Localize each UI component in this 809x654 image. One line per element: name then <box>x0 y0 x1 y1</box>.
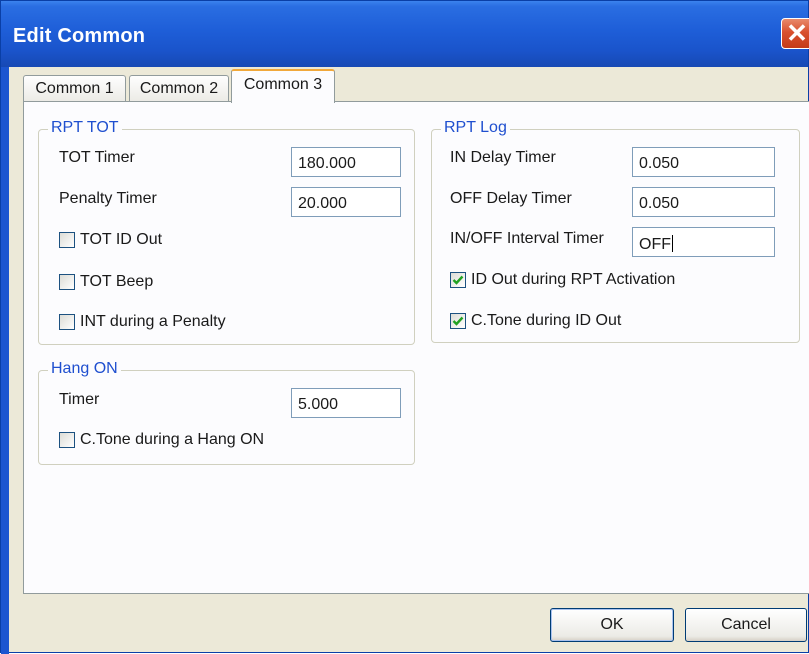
hang-on-timer-label: Timer <box>59 391 100 408</box>
tot-id-out-checkbox[interactable]: TOT ID Out <box>59 231 162 249</box>
hang-on-timer-input[interactable]: 5.000 <box>291 388 401 418</box>
penalty-timer-label: Penalty Timer <box>59 190 157 207</box>
checkbox-box[interactable] <box>59 274 75 290</box>
checkbox-box[interactable] <box>59 232 75 248</box>
checkbox-label: ID Out during RPT Activation <box>471 271 676 288</box>
checkbox-box[interactable] <box>450 313 466 329</box>
tot-timer-input[interactable]: 180.000 <box>291 147 401 177</box>
checkbox-label: C.Tone during ID Out <box>471 312 622 329</box>
tab-label: Common 2 <box>139 80 219 97</box>
checkbox-box[interactable] <box>59 432 75 448</box>
off-delay-timer-label: OFF Delay Timer <box>450 190 572 207</box>
penalty-timer-input[interactable]: 20.000 <box>291 187 401 217</box>
window-title: Edit Common <box>13 25 146 47</box>
int-during-penalty-checkbox[interactable]: INT during a Penalty <box>59 313 226 331</box>
tab-common-2[interactable]: Common 2 <box>129 75 229 101</box>
in-off-interval-timer-label: IN/OFF Interval Timer <box>450 230 604 247</box>
checkbox-label: C.Tone during a Hang ON <box>80 431 265 448</box>
off-delay-timer-input[interactable]: 0.050 <box>632 187 775 217</box>
c-tone-during-id-out-checkbox[interactable]: C.Tone during ID Out <box>450 312 621 330</box>
checkmark-icon <box>452 275 464 285</box>
group-hang-on: Hang ON Timer 5.000 C.Tone during a Hang… <box>38 360 415 465</box>
ok-button[interactable]: OK <box>550 608 674 642</box>
tab-common-3[interactable]: Common 3 <box>231 69 335 103</box>
checkbox-label: TOT ID Out <box>80 231 163 248</box>
in-delay-timer-input[interactable]: 0.050 <box>632 147 775 177</box>
group-title-rpt-tot: RPT TOT <box>48 119 122 137</box>
id-out-during-rpt-activation-checkbox[interactable]: ID Out during RPT Activation <box>450 271 675 289</box>
text-caret <box>672 235 673 252</box>
close-icon: ✕ <box>786 18 808 48</box>
c-tone-during-hang-on-checkbox[interactable]: C.Tone during a Hang ON <box>59 431 264 449</box>
group-title-rpt-log: RPT Log <box>441 119 510 137</box>
checkmark-icon <box>452 316 464 326</box>
interval-value: OFF <box>639 236 671 253</box>
tab-common-1[interactable]: Common 1 <box>23 75 126 101</box>
in-off-interval-timer-input[interactable]: OFF <box>632 227 775 257</box>
cancel-button[interactable]: Cancel <box>685 608 807 642</box>
group-rpt-log: RPT Log IN Delay Timer 0.050 OFF Delay T… <box>431 119 800 343</box>
tab-page-common-3: RPT TOT TOT Timer 180.000 Penalty Timer … <box>23 101 809 594</box>
checkbox-box[interactable] <box>450 272 466 288</box>
checkbox-box[interactable] <box>59 314 75 330</box>
title-bar[interactable]: Edit Common ✕ <box>1 1 809 67</box>
checkbox-label: TOT Beep <box>80 273 154 290</box>
window-left-border <box>1 67 9 654</box>
tab-label: Common 1 <box>35 80 114 97</box>
tot-beep-checkbox[interactable]: TOT Beep <box>59 273 153 291</box>
checkbox-label: INT during a Penalty <box>80 313 226 330</box>
group-title-hang-on: Hang ON <box>48 360 121 378</box>
in-delay-timer-label: IN Delay Timer <box>450 149 556 166</box>
group-rpt-tot: RPT TOT TOT Timer 180.000 Penalty Timer … <box>38 119 415 345</box>
tot-timer-label: TOT Timer <box>59 149 135 166</box>
edit-common-dialog: Edit Common ✕ Common 1 Common 2 Common 3… <box>0 0 809 654</box>
tab-label: Common 3 <box>243 76 323 93</box>
close-button[interactable]: ✕ <box>781 18 809 49</box>
